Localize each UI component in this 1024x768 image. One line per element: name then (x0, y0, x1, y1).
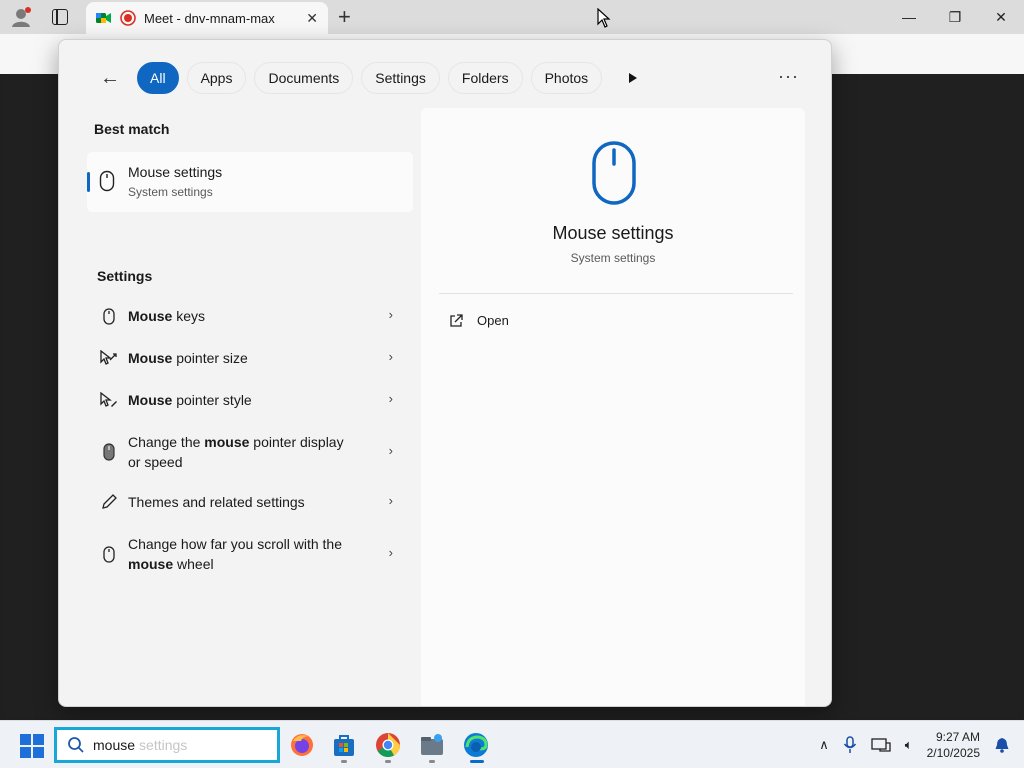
best-match-title: Mouse settings (128, 164, 223, 180)
search-query: mouse (93, 737, 136, 753)
search-more-options-icon[interactable]: ··· (778, 66, 799, 87)
network-icon[interactable] (871, 737, 891, 753)
edge-icon[interactable] (462, 731, 490, 759)
running-indicator (385, 760, 391, 763)
result-scroll-wheel[interactable]: Change how far you scroll with the mouse… (87, 534, 413, 574)
tab-close-icon[interactable]: ✕ (306, 10, 318, 27)
result-text: pointer style (172, 392, 252, 408)
result-text: keys (172, 308, 206, 324)
browser-tab-meet[interactable]: Meet - dnv-mnam-max ✕ (86, 2, 328, 34)
result-bold-text: mouse (128, 556, 174, 572)
firefox-icon[interactable] (288, 731, 316, 759)
open-external-icon (450, 313, 463, 327)
search-icon (68, 737, 84, 753)
taskbar-search-input[interactable]: mouse settings (54, 727, 280, 763)
divider (439, 293, 793, 294)
result-text-line2: or speed (128, 454, 183, 470)
search-filter-bar: ← All Apps Documents Settings Folders Ph… (59, 40, 831, 116)
back-arrow-icon[interactable]: ← (95, 63, 125, 93)
mouse-cursor-icon (597, 8, 611, 28)
tab-actions-icon[interactable] (52, 9, 68, 25)
clock-date: 2/10/2025 (926, 746, 980, 760)
result-bold-text: mouse (204, 434, 250, 450)
clock-time: 9:27 AM (935, 730, 980, 744)
result-text-line2: wheel (173, 556, 214, 572)
result-mouse-pointer-size[interactable]: Mouse pointer size › (87, 348, 413, 368)
pen-icon (99, 492, 119, 512)
result-mouse-keys[interactable]: Mouse keys › (87, 306, 413, 326)
clock[interactable]: 9:27 AM 2/10/2025 (927, 729, 980, 761)
search-suggestion: settings (139, 737, 188, 753)
best-match-subtitle: System settings (128, 185, 213, 199)
selection-indicator (87, 172, 90, 192)
notification-bell-icon[interactable] (994, 737, 1010, 753)
preview-pane: Mouse settings System settings Open (421, 108, 805, 706)
pointer-size-icon (99, 348, 119, 368)
result-text: Themes and related settings (128, 494, 305, 510)
result-text: pointer size (172, 350, 248, 366)
microphone-icon[interactable] (843, 736, 857, 754)
result-bold-text: Mouse (128, 350, 173, 366)
running-indicator (429, 760, 435, 763)
browser-titlebar: Meet - dnv-mnam-max ✕ + — ❐ ✕ (0, 0, 1024, 34)
close-window-button[interactable]: ✕ (978, 0, 1024, 34)
settings-heading: Settings (97, 268, 153, 284)
mouse-dark-icon (99, 442, 119, 462)
system-tray: ∧ 🔈︎ 9:27 AM 2/10/2025 (819, 729, 1010, 761)
pointer-style-icon (99, 390, 119, 410)
active-app-indicator (470, 760, 484, 763)
start-button[interactable] (20, 734, 44, 758)
more-filters-play-icon[interactable] (618, 63, 648, 93)
filter-folders[interactable]: Folders (447, 62, 523, 94)
chevron-right-icon: › (388, 545, 393, 560)
filter-photos[interactable]: Photos (530, 62, 603, 94)
result-mouse-pointer-speed[interactable]: Change the mouse pointer display or spee… (87, 432, 413, 472)
chevron-right-icon: › (388, 493, 393, 508)
mouse-icon (99, 306, 119, 326)
recording-icon (120, 10, 136, 26)
taskbar: mouse settings ∧ 🔈︎ 9:27 AM 2/10/2025 (0, 720, 1024, 768)
restore-button[interactable]: ❐ (932, 0, 978, 34)
minimize-button[interactable]: — (886, 0, 932, 34)
result-text: Change how far you scroll with the (128, 536, 342, 552)
open-action[interactable]: Open (449, 313, 509, 328)
tab-title: Meet - dnv-mnam-max (144, 10, 275, 26)
result-bold-text: Mouse (128, 308, 173, 324)
result-text: pointer display (249, 434, 344, 450)
chevron-right-icon: › (388, 391, 393, 406)
result-mouse-pointer-style[interactable]: Mouse pointer style › (87, 390, 413, 410)
result-text: Change the (128, 434, 205, 450)
chevron-right-icon: › (388, 349, 393, 364)
mouse-icon (99, 544, 119, 564)
meet-icon (96, 13, 111, 23)
preview-title: Mouse settings (552, 223, 674, 243)
new-tab-button[interactable]: + (338, 4, 351, 30)
open-label: Open (477, 313, 509, 328)
result-bold-text: Mouse (128, 392, 173, 408)
mouse-icon (99, 170, 115, 192)
best-match-heading: Best match (94, 121, 170, 137)
preview-subtitle: System settings (570, 251, 656, 265)
volume-icon[interactable]: 🔈︎ (905, 737, 913, 753)
filter-settings[interactable]: Settings (361, 62, 440, 94)
filter-apps[interactable]: Apps (186, 62, 247, 94)
filter-all[interactable]: All (137, 62, 179, 94)
chevron-right-icon: › (388, 307, 393, 322)
chevron-right-icon: › (388, 443, 393, 458)
chrome-icon[interactable] (374, 731, 402, 759)
filter-documents[interactable]: Documents (254, 62, 354, 94)
show-hidden-icons-chevron-icon[interactable]: ∧ (819, 737, 829, 753)
result-themes[interactable]: Themes and related settings › (87, 492, 413, 512)
running-indicator (341, 760, 347, 763)
windows-search-panel: ← All Apps Documents Settings Folders Ph… (58, 39, 832, 707)
mouse-icon (592, 141, 636, 205)
profile-icon[interactable] (10, 6, 32, 28)
file-manager-icon[interactable] (418, 731, 446, 759)
microsoft-store-icon[interactable] (330, 731, 358, 759)
best-match-item[interactable]: Mouse settings System settings (87, 152, 413, 212)
